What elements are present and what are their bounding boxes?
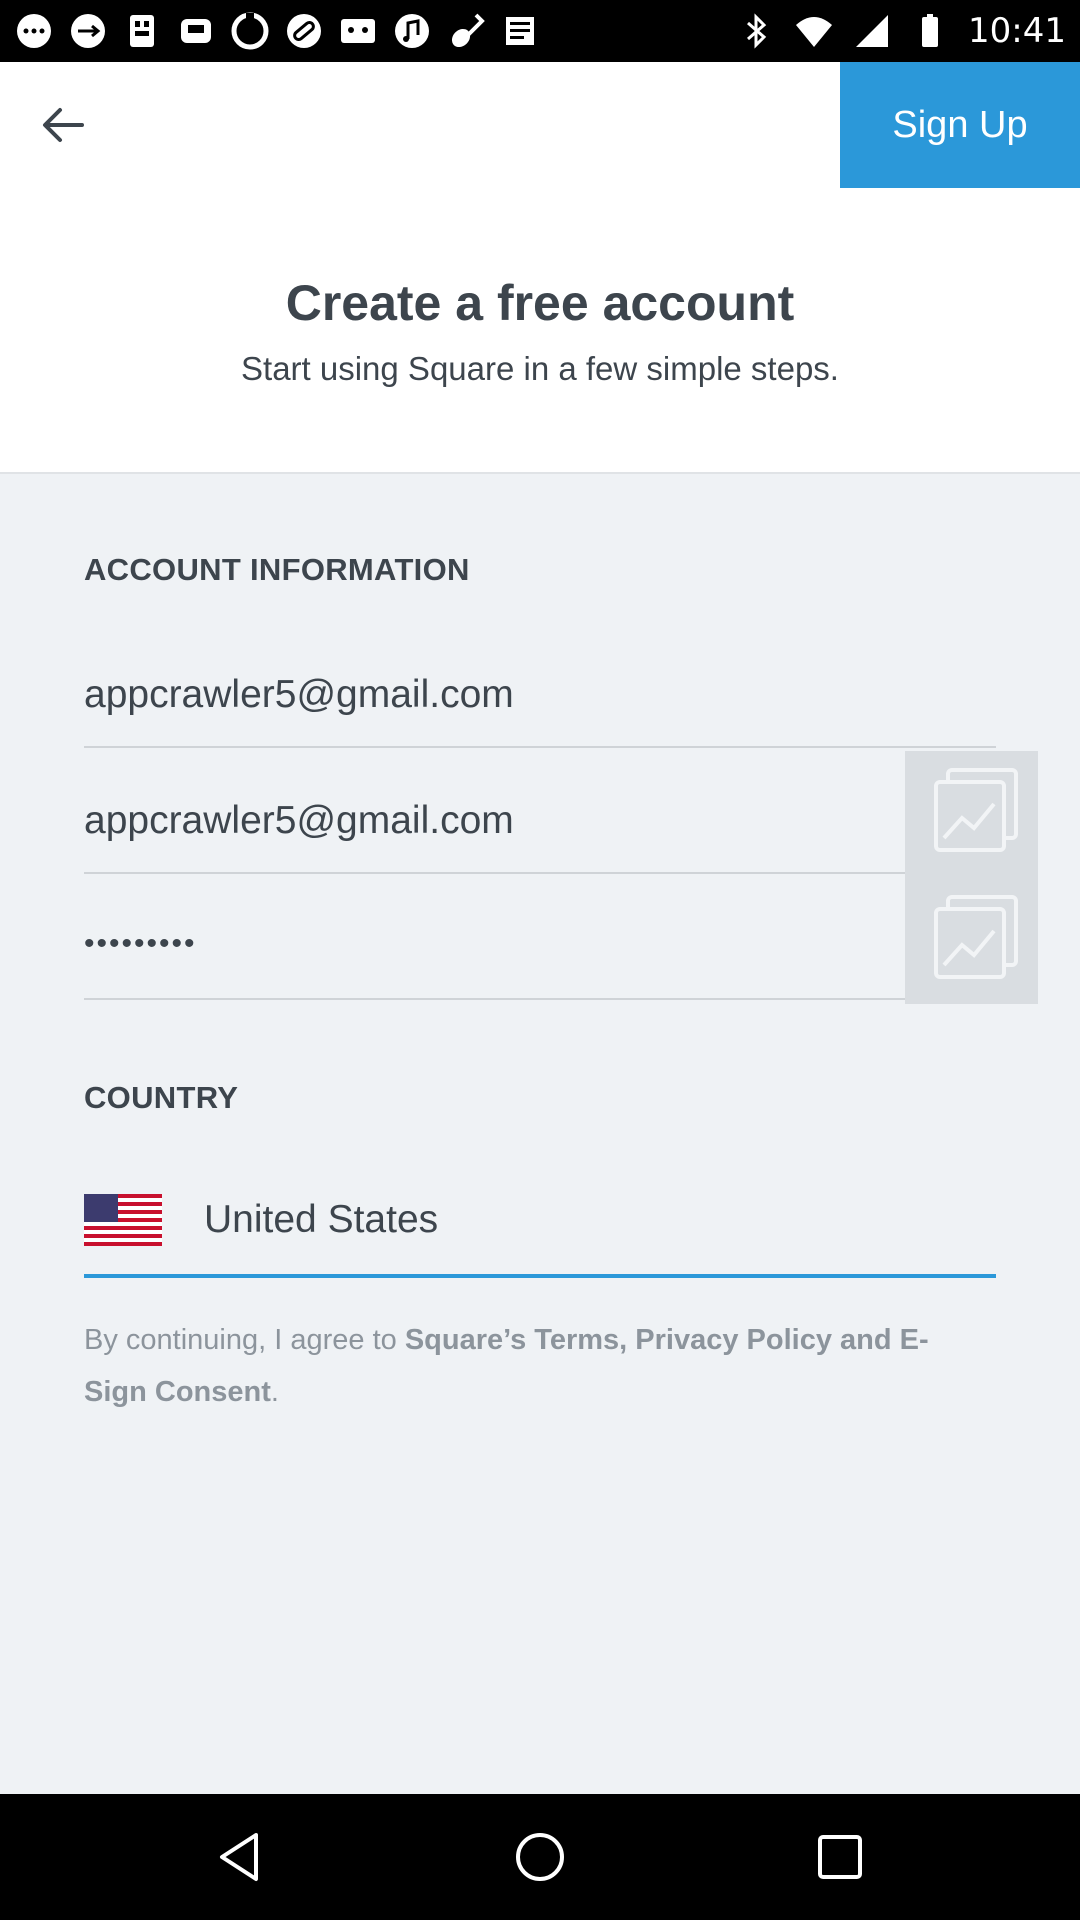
country-label: COUNTRY [84, 1080, 239, 1115]
notification-icons [14, 11, 540, 51]
top-app-bar: Sign Up [0, 62, 1080, 188]
cassette-icon [338, 11, 378, 51]
page-subtitle: Start using Square in a few simple steps… [241, 350, 839, 387]
image-placeholder-icon [933, 768, 1018, 852]
legal-prefix: By continuing, I agree to [84, 1324, 405, 1356]
email-field[interactable]: appcrawler5@gmail.com [84, 638, 996, 748]
system-navigation-bar [0, 1794, 1080, 1920]
system-status: 10:41 [736, 11, 1066, 51]
news-icon [500, 11, 540, 51]
legal-text: By continuing, I agree to Square’s Terms… [84, 1314, 984, 1418]
flashlight-icon [122, 11, 162, 51]
legal-suffix: . [270, 1376, 279, 1408]
autofill-password-button[interactable] [905, 878, 1038, 1004]
bluetooth-icon [736, 11, 776, 51]
email-value: appcrawler5@gmail.com [84, 673, 514, 716]
status-time: 10:41 [968, 11, 1066, 51]
country-selector[interactable]: United States [84, 1166, 996, 1278]
us-flag-icon [84, 1194, 162, 1246]
password-value: ••••••••• [84, 927, 197, 960]
password-field[interactable]: ••••••••• [84, 890, 905, 1000]
sync-icon [230, 11, 270, 51]
country-value: United States [204, 1198, 439, 1241]
usb-icon [68, 11, 108, 51]
back-button[interactable] [30, 92, 96, 158]
arrow-left-icon [43, 108, 84, 142]
link-icon [284, 11, 324, 51]
page-header: Create a free account Start using Square… [0, 188, 1080, 474]
autofill-panel [905, 751, 1038, 1004]
confirm-email-value: appcrawler5@gmail.com [84, 799, 514, 842]
phone-icon [176, 11, 216, 51]
account-information-label: ACCOUNT INFORMATION [84, 552, 470, 587]
battery-icon [910, 11, 950, 51]
confirm-email-field[interactable]: appcrawler5@gmail.com [84, 764, 905, 874]
nav-home-button[interactable] [500, 1817, 580, 1897]
nav-recents-button[interactable] [800, 1817, 880, 1897]
guitar-icon [446, 11, 486, 51]
music-icon [392, 11, 432, 51]
wifi-icon [794, 11, 834, 51]
signal-icon [852, 11, 892, 51]
triangle-back-icon [220, 1833, 258, 1881]
sign-up-button[interactable]: Sign Up [840, 62, 1080, 188]
messages-icon [14, 11, 54, 51]
circle-home-icon [516, 1833, 564, 1881]
page-title: Create a free account [285, 275, 795, 331]
square-recents-icon [818, 1835, 862, 1879]
nav-back-button[interactable] [200, 1817, 280, 1897]
status-bar: 10:41 [0, 0, 1080, 62]
autofill-email-button[interactable] [905, 751, 1038, 877]
image-placeholder-icon [933, 895, 1018, 979]
